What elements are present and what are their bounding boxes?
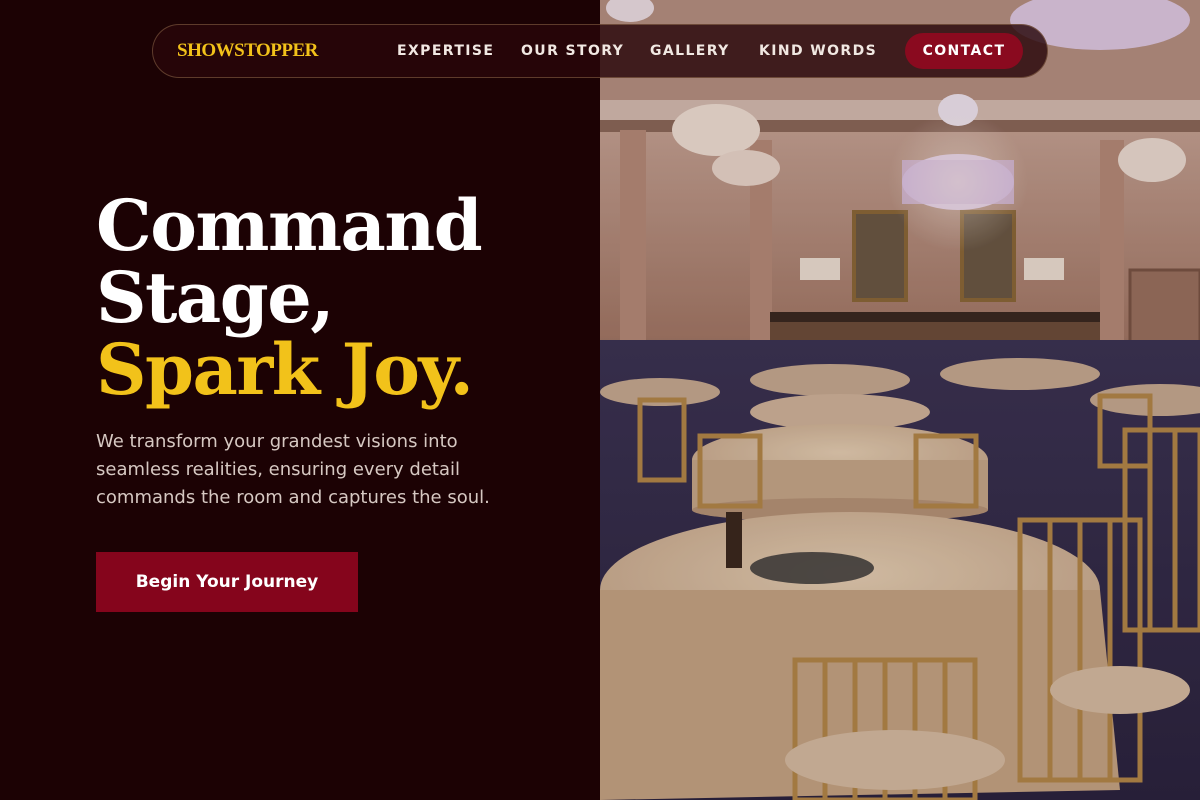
begin-journey-button[interactable]: Begin Your Journey (96, 552, 358, 612)
headline-line-1: Command (96, 184, 483, 267)
contact-button[interactable]: CONTACT (905, 33, 1023, 69)
ballroom-photo (600, 0, 1200, 800)
headline-line-2: Stage, (96, 256, 335, 339)
ballroom-illustration (600, 0, 1200, 800)
brand-logo[interactable]: SHOWSTOPPER (177, 40, 318, 62)
nav-link-gallery[interactable]: GALLERY (650, 43, 730, 59)
nav-link-kind-words[interactable]: KIND WORDS (759, 43, 877, 59)
hero-subtext: We transform your grandest visions into … (96, 431, 490, 508)
nav-link-our-story[interactable]: OUR STORY (521, 43, 624, 59)
headline-accent: Spark Joy. (96, 328, 474, 411)
top-navbar: SHOWSTOPPER EXPERTISE OUR STORY GALLERY … (152, 24, 1048, 78)
hero-headline: Command Stage, Spark Joy. (96, 190, 576, 406)
nav-link-expertise[interactable]: EXPERTISE (397, 43, 494, 59)
